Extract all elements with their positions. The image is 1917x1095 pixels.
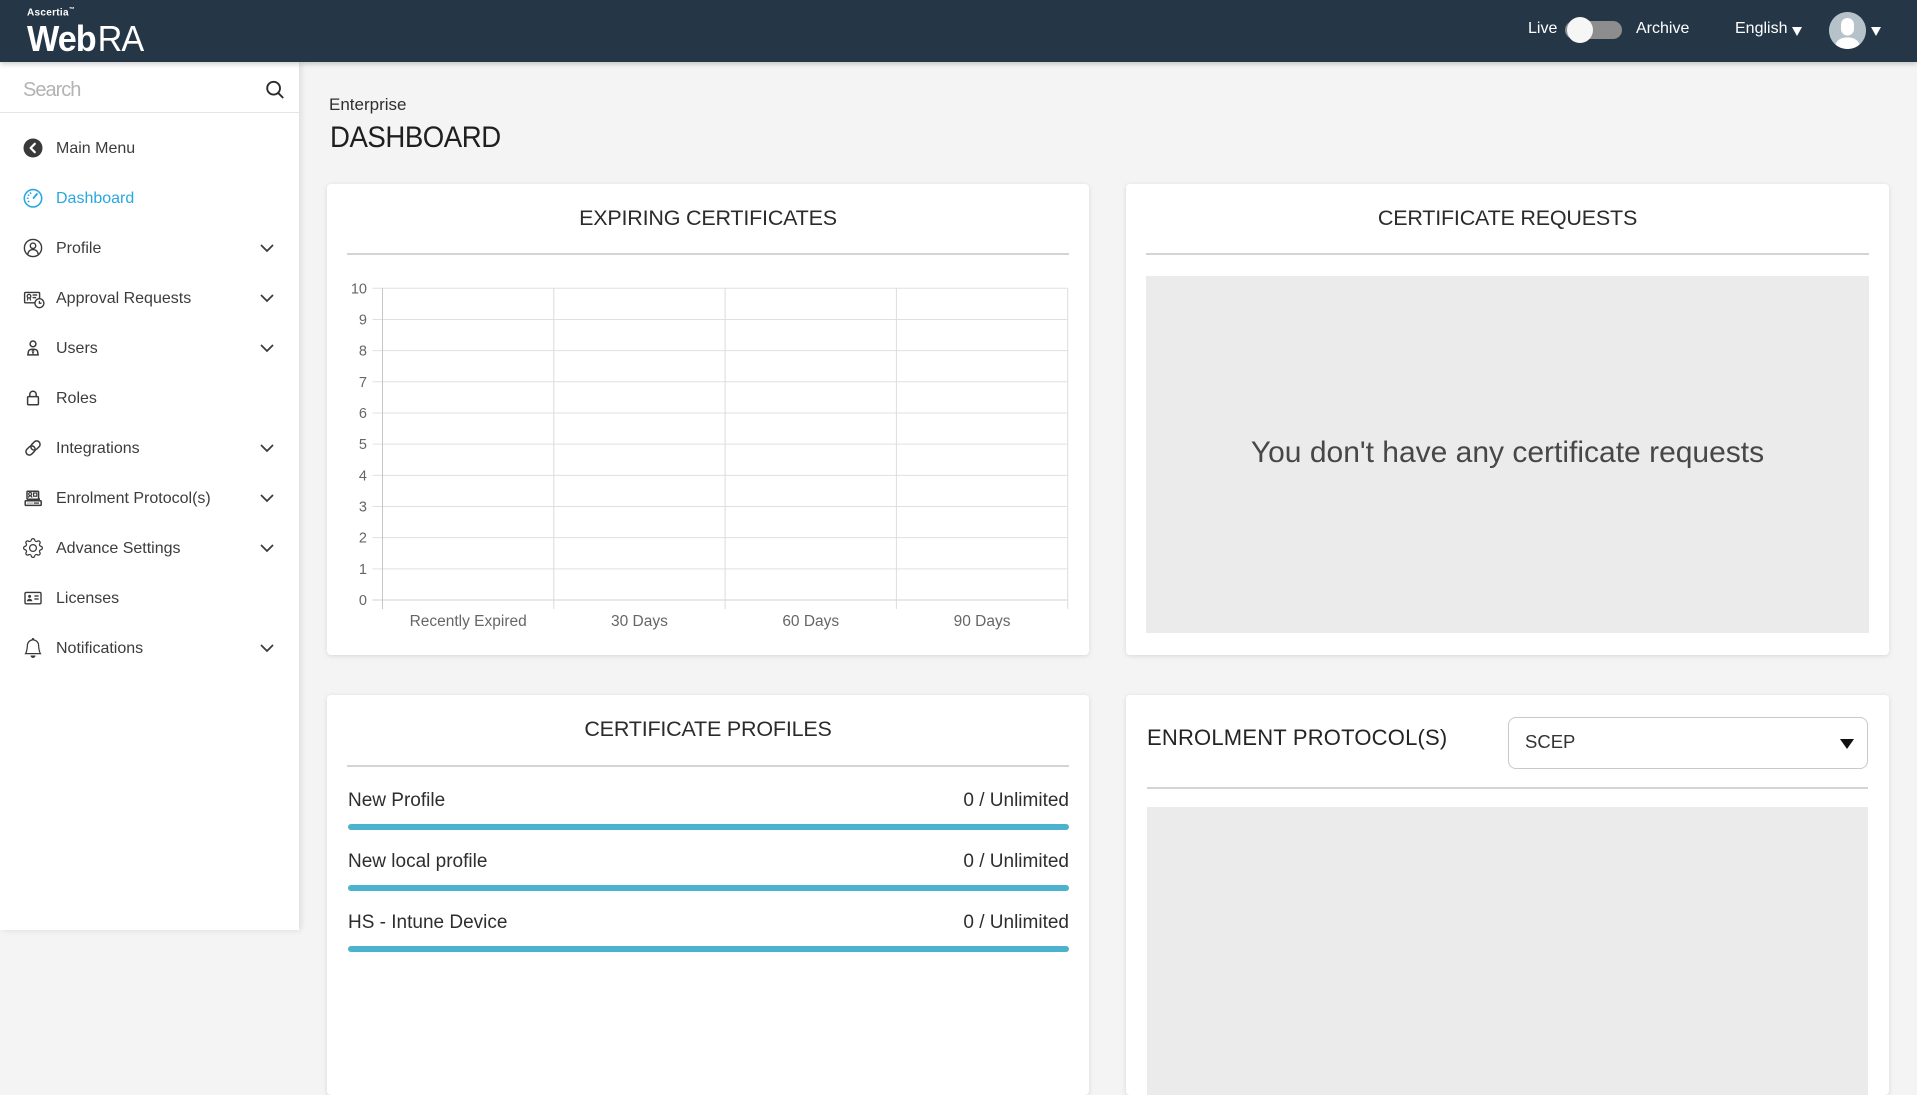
svg-text:0: 0 bbox=[359, 593, 367, 609]
svg-text:2: 2 bbox=[359, 531, 367, 547]
svg-text:4: 4 bbox=[359, 468, 367, 484]
svg-text:30 Days: 30 Days bbox=[611, 613, 668, 630]
svg-text:9: 9 bbox=[359, 312, 367, 328]
svg-text:3: 3 bbox=[359, 499, 367, 515]
svg-text:5: 5 bbox=[359, 437, 367, 453]
svg-text:7: 7 bbox=[359, 375, 367, 391]
svg-text:60 Days: 60 Days bbox=[782, 613, 839, 630]
svg-text:6: 6 bbox=[359, 406, 367, 422]
svg-text:Recently Expired: Recently Expired bbox=[410, 613, 527, 630]
svg-text:8: 8 bbox=[359, 344, 367, 360]
svg-text:1: 1 bbox=[359, 562, 367, 578]
svg-text:10: 10 bbox=[351, 281, 367, 297]
svg-text:90 Days: 90 Days bbox=[954, 613, 1011, 630]
